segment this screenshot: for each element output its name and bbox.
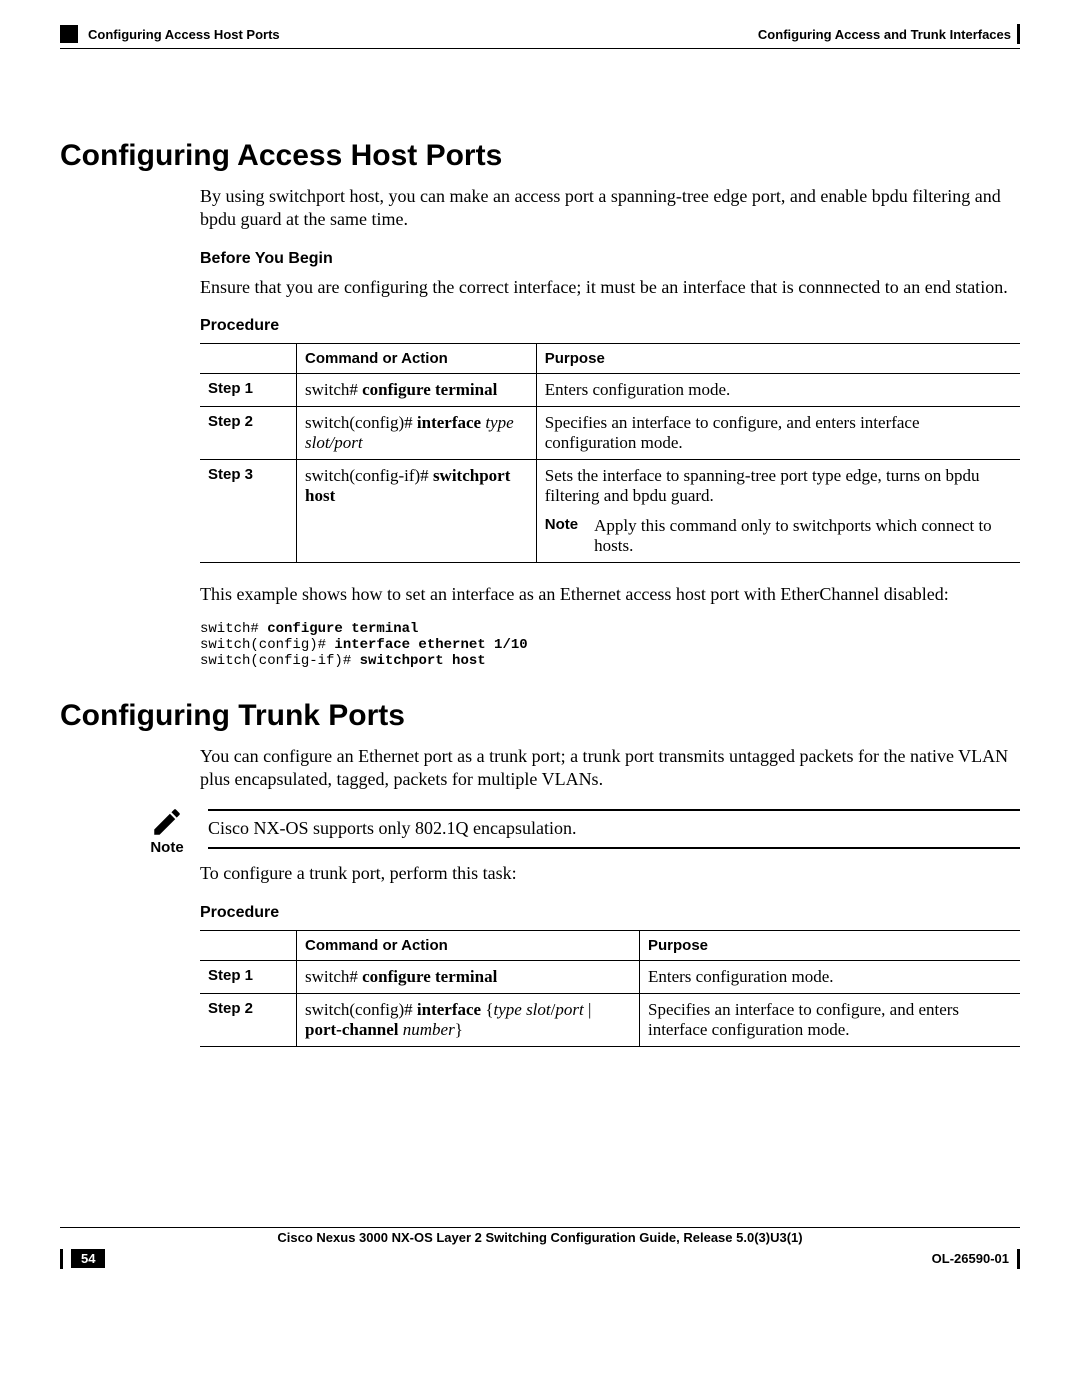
page-header: Configuring Access Host Ports Configurin… (60, 24, 1020, 44)
procedure-table: Command or Action Purpose Step 1 switch#… (200, 930, 1020, 1047)
note-label: Note (150, 839, 183, 856)
footer-title: Cisco Nexus 3000 NX-OS Layer 2 Switching… (60, 1230, 1020, 1245)
table-row: Step 2 switch(config)# interface type sl… (200, 407, 1020, 460)
procedure-heading: Procedure (200, 317, 1020, 335)
header-right-text: Configuring Access and Trunk Interfaces (758, 27, 1011, 42)
cmd-bold: interface (417, 1000, 481, 1019)
procedure-heading: Procedure (200, 904, 1020, 922)
section-intro: You can configure an Ethernet port as a … (200, 745, 1020, 792)
note-top-rule (208, 809, 1020, 811)
cmd-prefix: switch# (305, 380, 362, 399)
footer-rule (60, 1227, 1020, 1228)
cmd-bold: configure terminal (362, 967, 497, 986)
note-bottom-rule (208, 847, 1020, 849)
procedure-table: Command or Action Purpose Step 1 switch#… (200, 343, 1020, 563)
page-footer: 54 OL-26590-01 (60, 1249, 1020, 1269)
table-row: Step 2 switch(config)# interface {type s… (200, 993, 1020, 1046)
example-intro: This example shows how to set an interfa… (200, 583, 1020, 606)
table-row: Step 1 switch# configure terminal Enters… (200, 960, 1020, 993)
purpose-cell: Specifies an interface to configure, and… (639, 993, 1020, 1046)
th-purpose: Purpose (536, 344, 1020, 374)
th-empty (200, 930, 297, 960)
header-left-text: Configuring Access Host Ports (88, 27, 280, 42)
step-label: Step 2 (200, 407, 297, 460)
purpose-cell: Enters configuration mode. (536, 374, 1020, 407)
footer-bar (60, 1249, 63, 1269)
cmd-prefix: switch(config)# (305, 413, 417, 432)
table-row: Step 1 switch# configure terminal Enters… (200, 374, 1020, 407)
purpose-cell: Enters configuration mode. (639, 960, 1020, 993)
code-block: switch# configure terminal switch(config… (200, 621, 1020, 669)
table-row: Step 3 switch(config-if)# switchport hos… (200, 460, 1020, 563)
cmd-bold: configure terminal (362, 380, 497, 399)
before-you-begin-heading: Before You Begin (200, 250, 1020, 268)
purpose-cell: Sets the interface to spanning-tree port… (536, 460, 1020, 563)
command-cell: switch(config)# interface type slot/port (297, 407, 537, 460)
pencil-icon (150, 805, 184, 839)
purpose-cell: Specifies an interface to configure, and… (536, 407, 1020, 460)
step-label: Step 2 (200, 993, 297, 1046)
page-number: 54 (71, 1249, 105, 1268)
cmd-prefix: switch(config)# (305, 1000, 417, 1019)
footer-right-text: OL-26590-01 (932, 1251, 1009, 1266)
step-label: Step 1 (200, 960, 297, 993)
header-rule (60, 48, 1020, 49)
header-bar (1017, 24, 1020, 44)
step-label: Step 3 (200, 460, 297, 563)
command-cell: switch(config)# interface {type slot/por… (297, 993, 640, 1046)
note-label: Note (545, 516, 578, 556)
cmd-prefix: switch(config-if)# (305, 466, 433, 485)
section-intro: By using switchport host, you can make a… (200, 185, 1020, 232)
th-command: Command or Action (297, 344, 537, 374)
cmd-bold: interface (417, 413, 481, 432)
footer-bar (1017, 1249, 1020, 1269)
before-you-begin-text: Ensure that you are configuring the corr… (200, 276, 1020, 299)
command-cell: switch# configure terminal (297, 960, 640, 993)
th-empty (200, 344, 297, 374)
section-heading: Configuring Access Host Ports (60, 139, 1020, 173)
command-cell: switch(config-if)# switchport host (297, 460, 537, 563)
header-marker-box (60, 25, 78, 43)
task-text: To configure a trunk port, perform this … (200, 862, 1020, 885)
step-label: Step 1 (200, 374, 297, 407)
section-heading: Configuring Trunk Ports (60, 699, 1020, 733)
note-text: Cisco NX-OS supports only 802.1Q encapsu… (208, 817, 1020, 840)
note-block: Note Cisco NX-OS supports only 802.1Q en… (200, 805, 1020, 856)
purpose-text: Sets the interface to spanning-tree port… (545, 466, 980, 505)
th-command: Command or Action (297, 930, 640, 960)
th-purpose: Purpose (639, 930, 1020, 960)
command-cell: switch# configure terminal (297, 374, 537, 407)
note-text: Apply this command only to switchports w… (594, 516, 1012, 556)
cmd-prefix: switch# (305, 967, 362, 986)
